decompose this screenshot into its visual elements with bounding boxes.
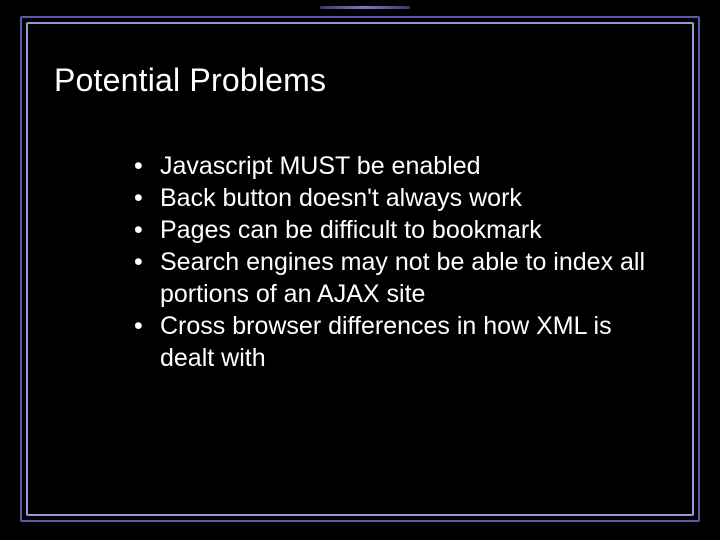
list-item: Cross browser differences in how XML is … <box>130 310 660 374</box>
list-item: Pages can be difficult to bookmark <box>130 214 660 246</box>
list-item: Back button doesn't always work <box>130 182 660 214</box>
top-accent <box>320 6 410 9</box>
bullet-list: Javascript MUST be enabled Back button d… <box>130 150 660 374</box>
slide: Potential Problems Javascript MUST be en… <box>0 0 720 540</box>
list-item: Search engines may not be able to index … <box>130 246 660 310</box>
slide-title: Potential Problems <box>54 62 326 99</box>
slide-body: Javascript MUST be enabled Back button d… <box>130 150 660 374</box>
list-item: Javascript MUST be enabled <box>130 150 660 182</box>
